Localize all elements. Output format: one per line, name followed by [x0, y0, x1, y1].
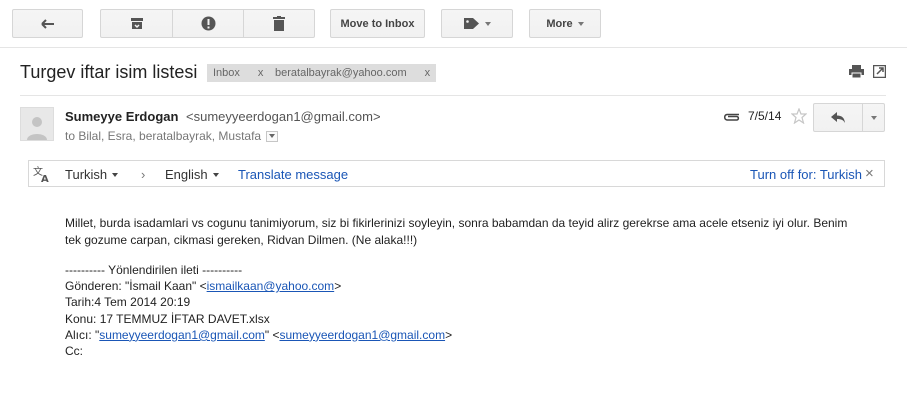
translate-arrow-icon: › — [141, 167, 146, 182]
message-date: 7/5/14 — [748, 109, 782, 123]
turn-off-translation-link[interactable]: Turn off for: Turkish — [750, 167, 862, 182]
chevron-down-icon — [484, 21, 491, 26]
translate-message-link[interactable]: Translate message — [238, 167, 348, 182]
report-spam-button[interactable] — [172, 10, 243, 37]
open-in-new-window-icon[interactable] — [873, 65, 886, 78]
print-icon[interactable] — [849, 65, 864, 78]
forward-to-line: Alıcı: "sumeyyeerdogan1@gmail.com" <sume… — [65, 327, 452, 343]
translate-icon: 文 A — [33, 165, 49, 183]
to-suffix: > — [445, 327, 453, 342]
source-language-label: Turkish — [65, 167, 108, 182]
forward-date-line: Tarih:4 Tem 2014 20:19 — [65, 295, 191, 310]
label-chip-beratalbayrak: beratalbayrak@yahoo.com x — [269, 64, 437, 82]
move-to-inbox-button[interactable]: Move to Inbox — [330, 9, 425, 38]
remove-label-button[interactable]: x — [425, 67, 431, 79]
sender-name[interactable]: Sumeyye Erdogan — [65, 109, 178, 124]
forwarded-message: ---------- Yönlendirilen ileti ---------… — [65, 262, 452, 359]
more-reply-options-button[interactable] — [862, 104, 884, 131]
from-email-link[interactable]: ismailkaan@yahoo.com — [207, 279, 335, 293]
more-label: More — [546, 17, 573, 30]
chevron-down-icon — [269, 134, 276, 138]
reply-icon — [830, 112, 845, 123]
label-chip-text: Inbox — [213, 67, 240, 79]
to-prefix: Alıcı: " — [65, 327, 100, 342]
target-language-label: English — [165, 167, 208, 182]
action-button-group — [100, 9, 315, 38]
message-body: Millet, burda isadamlari vs cogunu tanim… — [65, 216, 848, 247]
paperclip-icon — [723, 113, 740, 121]
svg-text:A: A — [41, 174, 49, 183]
to-middle: " < — [264, 327, 280, 342]
show-details-button[interactable] — [266, 130, 279, 142]
to-email-link[interactable]: sumeyyeerdogan1@gmail.com — [99, 328, 265, 342]
chevron-down-icon — [870, 115, 877, 120]
labels-button[interactable] — [441, 9, 513, 38]
remove-label-button[interactable]: x — [258, 67, 264, 79]
delete-button[interactable] — [243, 10, 314, 37]
forward-header: ---------- Yönlendirilen ileti ---------… — [65, 263, 243, 277]
from-suffix: > — [334, 279, 342, 294]
trash-icon — [273, 16, 285, 31]
label-chip-inbox: Inbox x — [207, 64, 270, 82]
default-avatar-icon — [27, 117, 47, 140]
avatar[interactable] — [20, 107, 54, 141]
chevron-down-icon — [212, 172, 219, 177]
back-arrow-icon — [40, 18, 54, 29]
star-outline-icon[interactable] — [791, 108, 807, 124]
translate-bar: 文 A Turkish › English Translate message … — [28, 160, 885, 187]
to-email-link[interactable]: sumeyyeerdogan1@gmail.com — [279, 328, 445, 342]
report-spam-icon — [201, 16, 215, 31]
divider — [20, 95, 886, 96]
forward-from-line: Gönderen: "İsmail Kaan" <ismailkaan@yaho… — [65, 278, 452, 294]
label-chip-text: beratalbayrak@yahoo.com — [275, 67, 407, 79]
chevron-down-icon — [112, 172, 119, 177]
forward-subject-line: Konu: 17 TEMMUZ İFTAR DAVET.xlsx — [65, 311, 270, 326]
reply-button[interactable] — [814, 104, 862, 131]
chevron-down-icon — [577, 21, 584, 26]
label-tag-icon — [463, 18, 479, 29]
back-button[interactable] — [12, 9, 83, 38]
subject-title: Turgev iftar isim listesi — [20, 62, 198, 82]
source-language-dropdown[interactable]: Turkish — [65, 167, 119, 182]
toolbar: Move to Inbox More — [0, 0, 907, 48]
close-icon[interactable]: × — [865, 165, 874, 182]
archive-button[interactable] — [101, 10, 172, 37]
sender-email: <sumeyyeerdogan1@gmail.com> — [186, 109, 381, 124]
archive-icon — [130, 18, 143, 29]
forward-cc-line: Cc: — [65, 344, 83, 359]
more-button[interactable]: More — [529, 9, 601, 38]
recipients-line: to Bilal, Esra, beratalbayrak, Mustafa — [65, 129, 279, 143]
target-language-dropdown[interactable]: English — [165, 167, 219, 182]
reply-button-group — [813, 103, 885, 132]
recipients-text: to Bilal, Esra, beratalbayrak, Mustafa — [65, 129, 262, 143]
from-prefix: Gönderen: "İsmail Kaan" < — [65, 279, 207, 294]
